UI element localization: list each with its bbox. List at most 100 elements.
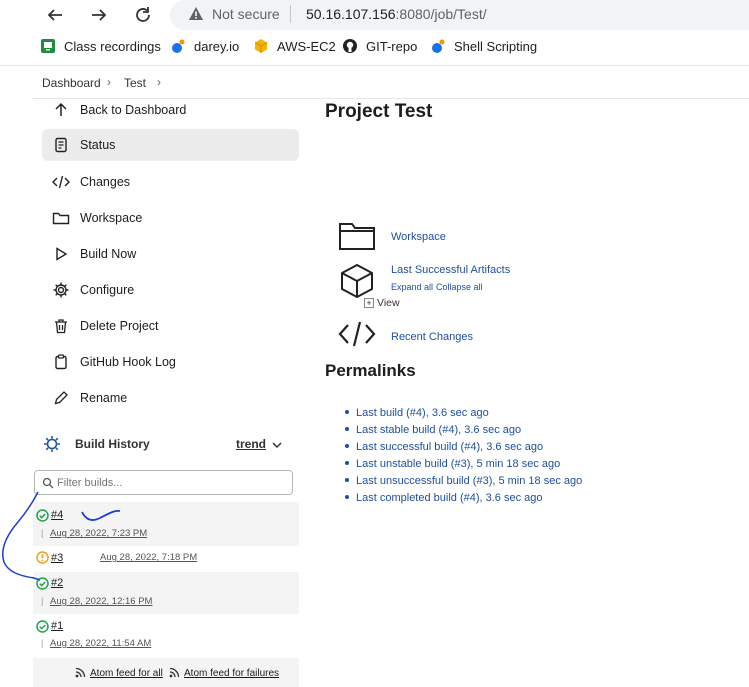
page-title: Project Test: [325, 101, 433, 122]
filter-builds-input[interactable]: [57, 474, 287, 492]
back-arrow-icon: [47, 9, 62, 21]
build-number-link[interactable]: #1: [51, 620, 63, 632]
chevron-right-icon[interactable]: ›: [157, 75, 161, 89]
chevron-down-icon[interactable]: [271, 438, 283, 456]
document-icon: [51, 135, 71, 155]
rss-icon: [75, 667, 86, 681]
success-check-icon: [36, 577, 49, 595]
address-bar[interactable]: Not secure 50.16.107.156:8080/job/Test/: [170, 0, 749, 30]
sidebar-item-label: Workspace: [80, 211, 143, 225]
url-path: :8080/job/Test/: [395, 6, 487, 22]
bookmark-label: AWS-EC2: [277, 38, 336, 54]
sidebar-item-changes[interactable]: Changes: [42, 166, 299, 198]
sidebar-item-delete-project[interactable]: Delete Project: [42, 310, 299, 342]
build-date-link[interactable]: Aug 28, 2022, 11:54 AM: [50, 638, 151, 649]
bookmark-darey[interactable]: darey.io: [170, 38, 239, 54]
gear-icon: [51, 280, 71, 300]
expand-all-link[interactable]: Expand all: [391, 282, 433, 292]
reload-button[interactable]: [130, 2, 156, 28]
workspace-link[interactable]: Workspace: [391, 231, 446, 243]
bookmark-label: Class recordings: [64, 38, 161, 54]
permalinks-title: Permalinks: [325, 361, 416, 380]
security-label[interactable]: Not secure: [212, 6, 280, 22]
url-text[interactable]: 50.16.107.156:8080/job/Test/: [306, 6, 487, 22]
success-check-icon: [36, 620, 49, 638]
github-icon: [342, 38, 358, 54]
permalink-item[interactable]: Last completed build (#4), 3.6 sec ago: [345, 492, 543, 504]
warning-circle-icon: [36, 551, 49, 569]
build-date-link[interactable]: Aug 28, 2022, 7:18 PM: [100, 552, 197, 563]
code-icon: [338, 320, 376, 353]
build-number-link[interactable]: #3: [51, 552, 63, 564]
filter-builds-field[interactable]: [34, 470, 293, 495]
bullet: [345, 478, 349, 483]
sidebar-item-label: Configure: [80, 283, 135, 297]
build-history-icon: [42, 434, 62, 459]
trash-icon: [51, 316, 71, 336]
permalink-item[interactable]: Last unsuccessful build (#3), 5 min 18 s…: [345, 475, 582, 487]
chevron-right-icon[interactable]: ›: [107, 75, 111, 89]
warning-icon[interactable]: [188, 6, 204, 27]
permalink-item[interactable]: Last unstable build (#3), 5 min 18 sec a…: [345, 458, 560, 470]
bookmark-class-recordings[interactable]: Class recordings: [40, 38, 161, 54]
sidebar-item-back-to-dashboard[interactable]: Back to Dashboard: [42, 94, 299, 126]
sidebar-item-workspace[interactable]: Workspace: [42, 202, 299, 234]
bookmark-label: GIT-repo: [366, 38, 418, 54]
build-number-link[interactable]: #2: [51, 577, 63, 589]
permalink-text[interactable]: Last completed build (#4), 3.6 sec ago: [356, 492, 543, 504]
forward-button[interactable]: [86, 2, 112, 28]
view-toggle[interactable]: + View: [364, 297, 400, 309]
permalink-text[interactable]: Last stable build (#4), 3.6 sec ago: [356, 424, 521, 436]
permalink-text[interactable]: Last build (#4), 3.6 sec ago: [356, 407, 489, 419]
trend-link[interactable]: trend: [236, 437, 266, 451]
play-icon: [51, 244, 71, 264]
sidebar-item-label: Build Now: [80, 247, 137, 261]
bookmark-shell-scripting[interactable]: Shell Scripting: [430, 38, 537, 54]
pencil-icon: [51, 388, 71, 408]
permalink-text[interactable]: Last unstable build (#3), 5 min 18 sec a…: [356, 458, 560, 470]
aws-cube-icon: [253, 38, 269, 54]
sidebar-item-configure[interactable]: Configure: [42, 274, 299, 306]
bookmark-git-repo[interactable]: GIT-repo: [342, 38, 417, 54]
rss-icon: [169, 667, 180, 681]
sidebar-item-label: Rename: [80, 391, 128, 405]
sidebar-item-github-hook-log[interactable]: GitHub Hook Log: [42, 346, 299, 378]
atom-feed-failures-link[interactable]: Atom feed for failures: [184, 668, 279, 679]
arrow-up-icon: [51, 100, 71, 120]
build-date-link[interactable]: Aug 28, 2022, 12:16 PM: [50, 596, 152, 607]
permalink-item[interactable]: Last successful build (#4), 3.6 sec ago: [345, 441, 543, 453]
build-history-title: Build History: [75, 437, 150, 451]
build-history-header: Build History trend: [33, 428, 299, 460]
back-button[interactable]: [42, 2, 68, 28]
last-successful-artifacts-link[interactable]: Last Successful Artifacts: [391, 264, 510, 276]
permalink-text[interactable]: Last successful build (#4), 3.6 sec ago: [356, 441, 543, 453]
permalink-text[interactable]: Last unsuccessful build (#3), 5 min 18 s…: [356, 475, 582, 487]
sidebar-item-rename[interactable]: Rename: [42, 382, 299, 414]
permalink-item[interactable]: Last build (#4), 3.6 sec ago: [345, 407, 489, 419]
build-row[interactable]: #1 | Aug 28, 2022, 11:54 AM: [33, 614, 299, 658]
forward-arrow-icon: [92, 9, 107, 21]
bookmarks-bar: Class recordings darey.io AWS-EC2 GIT-re…: [0, 34, 749, 60]
permalink-item[interactable]: Last stable build (#4), 3.6 sec ago: [345, 424, 521, 436]
recent-changes-link[interactable]: Recent Changes: [391, 331, 473, 343]
breadcrumb-test[interactable]: Test: [124, 76, 146, 90]
sidebar-item-status[interactable]: Status: [42, 129, 299, 161]
sidebar-item-label: GitHub Hook Log: [80, 355, 176, 369]
url-host: 50.16.107.156: [306, 6, 396, 22]
build-separator: |: [41, 528, 44, 538]
omnibox-separator: [290, 5, 291, 23]
breadcrumb-dashboard[interactable]: Dashboard: [42, 76, 101, 90]
search-icon: [42, 476, 54, 494]
bullet: [345, 444, 349, 449]
sidebar-item-label: Changes: [80, 175, 131, 189]
build-number-link[interactable]: #4: [51, 509, 63, 521]
build-date-link[interactable]: Aug 28, 2022, 7:23 PM: [50, 528, 147, 539]
atom-feed-all-link[interactable]: Atom feed for all: [90, 668, 163, 679]
darey-icon: [170, 38, 186, 54]
build-row[interactable]: #2 | Aug 28, 2022, 12:16 PM: [33, 572, 299, 614]
build-row[interactable]: #3 Aug 28, 2022, 7:18 PM: [33, 546, 299, 572]
sidebar-item-build-now[interactable]: Build Now: [42, 238, 299, 270]
collapse-all-link[interactable]: Collapse all: [436, 282, 483, 292]
build-row[interactable]: #4 | Aug 28, 2022, 7:23 PM: [33, 502, 299, 546]
bookmark-aws-ec2[interactable]: AWS-EC2: [253, 38, 336, 54]
